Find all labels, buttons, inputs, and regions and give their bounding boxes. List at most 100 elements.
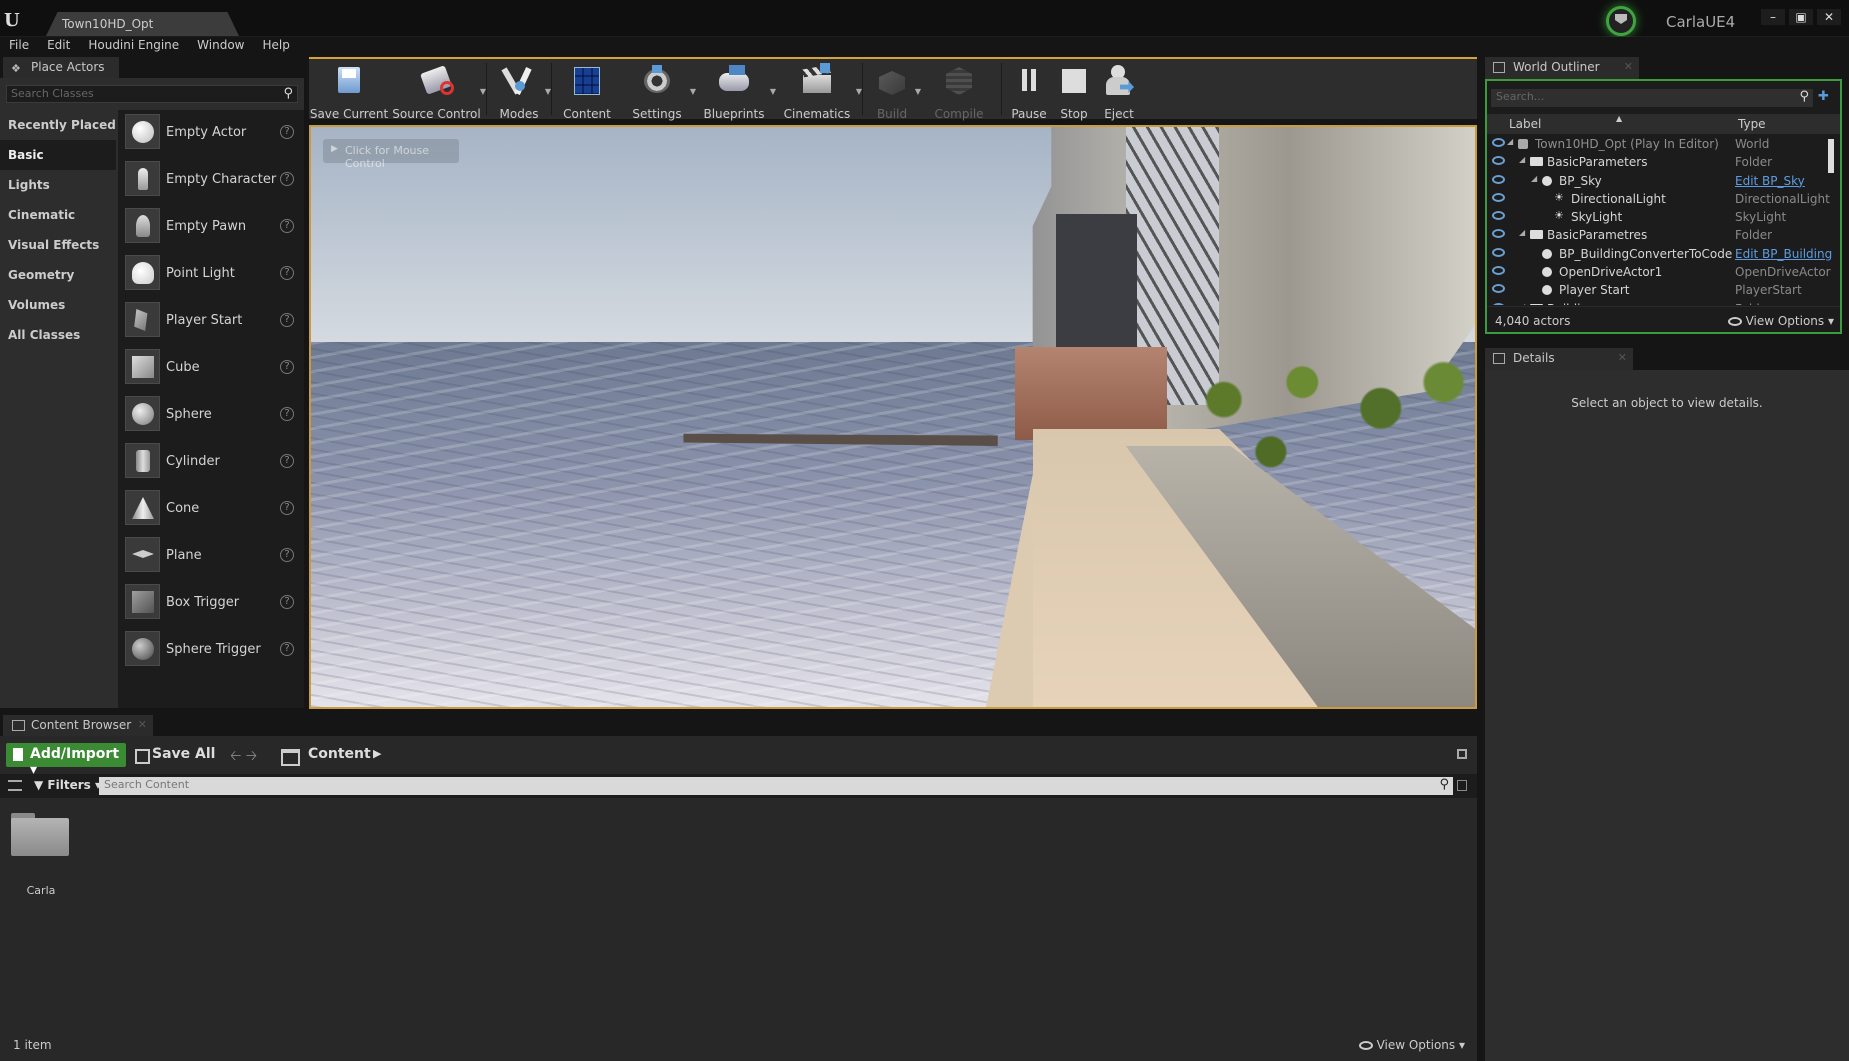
breadcrumb-arrow-icon[interactable]: ▶	[373, 747, 381, 760]
visibility-eye-icon[interactable]	[1492, 174, 1505, 184]
pause-button[interactable]: Pause	[1004, 59, 1054, 121]
back-arrow-icon[interactable]: 🡠	[230, 748, 241, 764]
actor-item-player-start[interactable]: Player Start?	[118, 298, 304, 345]
actor-item-plane[interactable]: Plane?	[118, 533, 304, 580]
visibility-eye-icon[interactable]	[1492, 156, 1505, 166]
modes-button[interactable]: Modes ▼	[489, 59, 551, 121]
category-recently-placed[interactable]: Recently Placed	[0, 110, 116, 140]
outliner-row[interactable]: ◢ BasicParametres Folder	[1487, 226, 1832, 244]
add-folder-icon[interactable]: ✚	[1818, 89, 1834, 106]
expand-arrow-icon[interactable]: ◢	[1531, 174, 1537, 183]
close-tab-icon[interactable]: ✕	[1624, 60, 1633, 73]
build-button[interactable]: Build ▼	[865, 59, 921, 121]
filters-button[interactable]: ▼ Filters ▾	[34, 778, 101, 792]
actor-item-cube[interactable]: Cube?	[118, 345, 304, 392]
search-content-input[interactable]: Search Content ⚲	[99, 777, 1453, 795]
visibility-eye-icon[interactable]	[1492, 302, 1505, 305]
expand-arrow-icon[interactable]: ◢	[1507, 137, 1513, 146]
outliner-row[interactable]: ☀ DirectionalLight DirectionalLight	[1487, 190, 1832, 208]
mouse-control-hint[interactable]: Click for Mouse Control	[323, 139, 459, 170]
expand-arrow-icon[interactable]: ◢	[1519, 228, 1525, 237]
expand-arrow-icon[interactable]: ◢	[1519, 302, 1525, 305]
menu-help[interactable]: Help	[253, 37, 298, 57]
column-label[interactable]: Label	[1509, 117, 1541, 131]
menu-houdini-engine[interactable]: Houdini Engine	[79, 37, 188, 57]
outliner-scrollbar[interactable]	[1828, 139, 1834, 173]
outliner-row[interactable]: Player Start PlayerStart	[1487, 281, 1832, 299]
expand-arrow-icon[interactable]: ◢	[1519, 155, 1525, 164]
maximize-button[interactable]: ▣	[1789, 9, 1813, 25]
actor-item-cone[interactable]: Cone?	[118, 486, 304, 533]
cinematics-button[interactable]: Cinematics ▼	[774, 59, 862, 121]
content-view-options[interactable]: View Options ▾	[1358, 1038, 1465, 1052]
category-cinematic[interactable]: Cinematic	[0, 200, 116, 230]
close-tab-icon[interactable]: ✕	[1618, 351, 1627, 364]
content-button[interactable]: Content	[554, 59, 620, 121]
actor-item-cylinder[interactable]: Cylinder?	[118, 439, 304, 486]
breadcrumb-content[interactable]: Content	[281, 746, 371, 766]
help-icon[interactable]: ?	[280, 501, 294, 515]
compile-button[interactable]: Compile	[919, 59, 999, 121]
dropdown-arrow-icon[interactable]: ▼	[480, 87, 486, 96]
outliner-row[interactable]: ◢ BasicParameters Folder	[1487, 153, 1832, 171]
forward-arrow-icon[interactable]: 🡢	[246, 748, 257, 764]
eject-button[interactable]: Eject	[1094, 59, 1144, 121]
save-search-icon[interactable]	[1457, 780, 1467, 791]
content-browser-tab[interactable]: Content Browser ✕	[3, 715, 153, 736]
column-type[interactable]: Type	[1738, 117, 1766, 131]
minimize-button[interactable]: –	[1761, 9, 1785, 25]
category-basic[interactable]: Basic	[0, 140, 116, 170]
outliner-row[interactable]: ◢ BP_Sky Edit BP_Sky	[1487, 172, 1832, 190]
level-tab[interactable]: Town10HD_Opt	[46, 12, 239, 36]
outliner-row[interactable]: ◢ Buildings Folder	[1487, 300, 1832, 305]
dropdown-arrow-icon[interactable]: ▼	[545, 87, 551, 96]
help-icon[interactable]: ?	[280, 266, 294, 280]
outliner-row[interactable]: OpenDriveActor1 OpenDriveActor	[1487, 263, 1832, 281]
actor-item-empty-actor[interactable]: Empty Actor?	[118, 110, 304, 157]
blueprints-button[interactable]: Blueprints ▼	[694, 59, 776, 121]
help-icon[interactable]: ?	[280, 172, 294, 186]
sources-toggle-icon[interactable]	[8, 780, 22, 791]
visibility-eye-icon[interactable]	[1492, 229, 1505, 239]
actor-item-box-trigger[interactable]: Box Trigger?	[118, 580, 304, 627]
category-all-classes[interactable]: All Classes	[0, 320, 116, 350]
help-icon[interactable]: ?	[280, 407, 294, 421]
menu-file[interactable]: File	[0, 37, 38, 57]
menu-window[interactable]: Window	[188, 37, 253, 57]
outliner-row[interactable]: BP_BuildingConverterToCode Edit BP_Buildi…	[1487, 245, 1832, 263]
world-outliner-tab[interactable]: World Outliner ✕	[1485, 57, 1639, 79]
outliner-row-type[interactable]: Edit BP_Sky	[1735, 174, 1805, 188]
help-icon[interactable]: ?	[280, 219, 294, 233]
outliner-row[interactable]: ☀ SkyLight SkyLight	[1487, 208, 1832, 226]
category-volumes[interactable]: Volumes	[0, 290, 116, 320]
place-actors-tab[interactable]: ❖ Place Actors	[3, 57, 119, 78]
menu-edit[interactable]: Edit	[38, 37, 79, 57]
lock-icon[interactable]	[1457, 749, 1467, 759]
help-icon[interactable]: ?	[280, 595, 294, 609]
category-visual-effects[interactable]: Visual Effects	[0, 230, 116, 260]
visibility-eye-icon[interactable]	[1492, 284, 1505, 294]
save-all-button[interactable]: Save All	[135, 746, 215, 764]
actor-item-sphere-trigger[interactable]: Sphere Trigger?	[118, 627, 304, 674]
outliner-row-type[interactable]: Edit BP_Building	[1735, 247, 1832, 261]
visibility-eye-icon[interactable]	[1492, 192, 1505, 202]
actor-item-empty-character[interactable]: Empty Character?	[118, 157, 304, 204]
outliner-search-input[interactable]: Search... ⚲	[1491, 89, 1813, 107]
actor-item-sphere[interactable]: Sphere?	[118, 392, 304, 439]
dropdown-arrow-icon[interactable]: ▼	[856, 87, 862, 96]
outliner-row[interactable]: ◢ Town10HD_Opt (Play In Editor) World	[1487, 135, 1832, 153]
help-icon[interactable]: ?	[280, 454, 294, 468]
actor-item-empty-pawn[interactable]: Empty Pawn?	[118, 204, 304, 251]
visibility-eye-icon[interactable]	[1492, 138, 1505, 147]
level-viewport[interactable]: Click for Mouse Control	[309, 125, 1477, 709]
help-icon[interactable]: ?	[280, 313, 294, 327]
help-icon[interactable]: ?	[280, 125, 294, 139]
help-icon[interactable]: ?	[280, 548, 294, 562]
close-button[interactable]: ✕	[1817, 9, 1841, 25]
folder-label[interactable]: Carla	[0, 884, 82, 897]
visibility-eye-icon[interactable]	[1492, 211, 1505, 221]
add-import-button[interactable]: Add/Import ▾	[6, 743, 126, 778]
category-lights[interactable]: Lights	[0, 170, 116, 200]
folder-icon[interactable]	[11, 813, 69, 858]
visibility-eye-icon[interactable]	[1492, 266, 1505, 276]
